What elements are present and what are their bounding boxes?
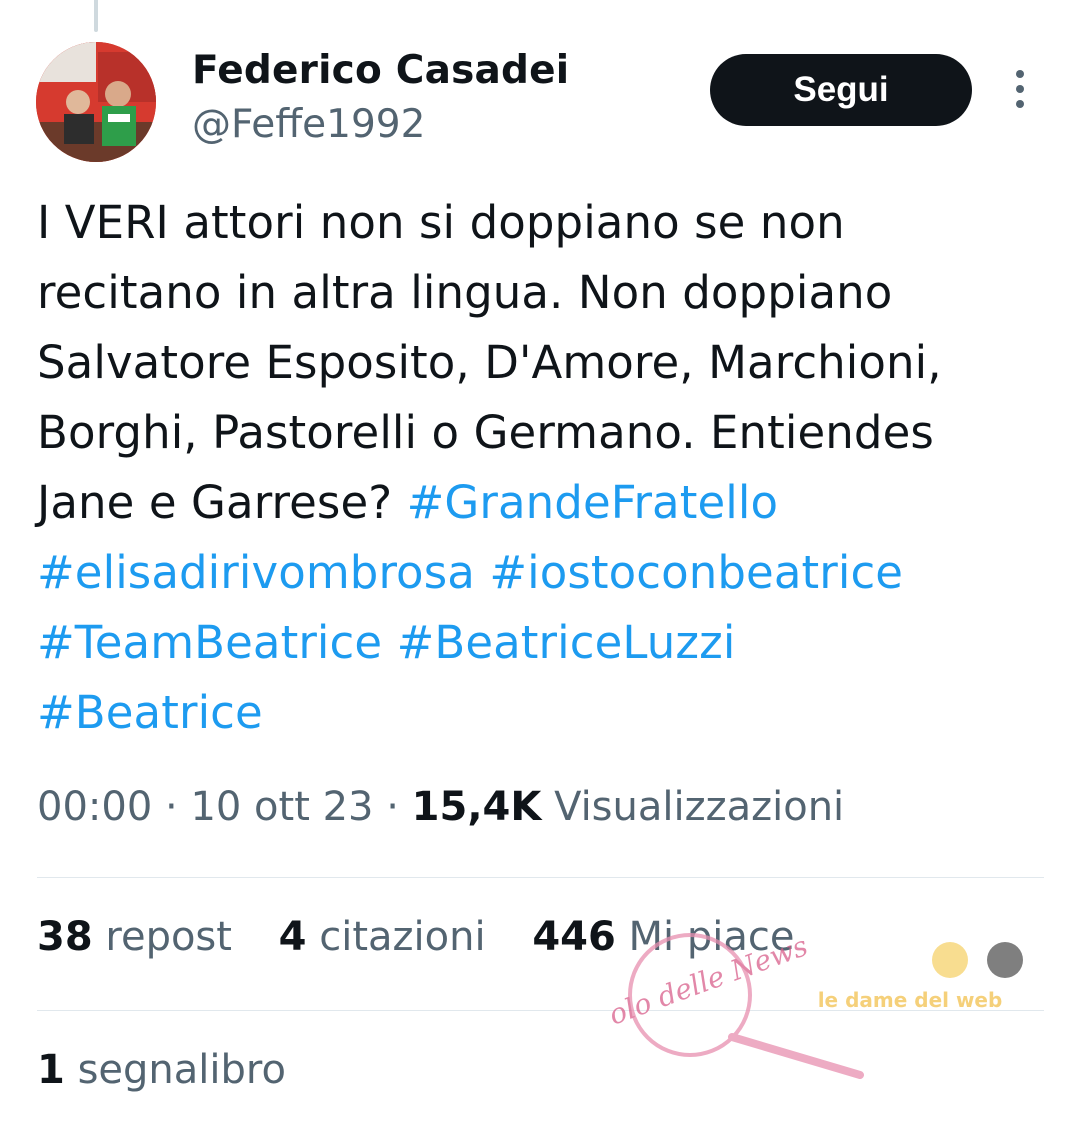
hashtag-link[interactable]: #BeatriceLuzzi	[397, 616, 736, 669]
author-name[interactable]: Federico Casadei	[192, 48, 569, 93]
reposts-stat[interactable]: 38 repost	[37, 914, 232, 960]
more-options-icon[interactable]	[1010, 70, 1030, 114]
tweet-text-segment: Borghi, Pastorelli o Germano. Entiendes	[37, 406, 934, 459]
tweet-date[interactable]: 10 ott 23	[190, 784, 373, 830]
author-handle[interactable]: @Feffe1992	[192, 102, 425, 147]
quotes-label: citazioni	[319, 914, 486, 960]
hashtag-link[interactable]: #TeamBeatrice	[37, 616, 382, 669]
separator-dot: ·	[386, 784, 412, 830]
tweet-line: #Beatrice	[37, 678, 1047, 748]
avatar[interactable]	[36, 42, 156, 162]
hashtag-link[interactable]: #elisadirivombrosa	[37, 546, 475, 599]
likes-count: 446	[532, 914, 616, 960]
reposts-count: 38	[37, 914, 93, 960]
tweet-meta: 00:00 · 10 ott 23 · 15,4K Visualizzazion…	[37, 784, 844, 830]
tweet-text-segment: Jane e Garrese?	[37, 476, 407, 529]
bookmarks-count: 1	[37, 1047, 65, 1093]
tweet-line: Salvatore Esposito, D'Amore, Marchioni,	[37, 328, 1047, 398]
tweet-line: #TeamBeatrice #BeatriceLuzzi	[37, 608, 1047, 678]
likes-stat[interactable]: 446 Mi piace	[532, 914, 794, 960]
quotes-count: 4	[278, 914, 307, 960]
hashtag-link[interactable]: #GrandeFratello	[407, 476, 778, 529]
quotes-stat[interactable]: 4 citazioni	[279, 914, 486, 960]
bookmarks-stat[interactable]: 1 segnalibro	[37, 1047, 286, 1093]
views-label: Visualizzazioni	[554, 784, 845, 830]
hashtag-link[interactable]: #iostoconbeatrice	[489, 546, 903, 599]
tweet-text-segment: I VERI attori non si doppiano se non	[37, 196, 845, 249]
engagement-stats: 38 repost 4 citazioni 446 Mi piace	[37, 914, 829, 960]
follow-button[interactable]: Segui	[710, 54, 972, 126]
watermark-text: le dame del web	[818, 988, 1003, 1012]
tweet-text: I VERI attori non si doppiano se non rec…	[37, 188, 1047, 748]
views-count: 15,4K	[411, 784, 542, 830]
tweet-line: #elisadirivombrosa #iostoconbeatrice	[37, 538, 1047, 608]
tweet-text-segment: recitano in altra lingua. Non doppiano	[37, 266, 893, 319]
tweet-time[interactable]: 00:00	[37, 784, 152, 830]
thread-connector-line	[94, 0, 98, 32]
tweet-line: I VERI attori non si doppiano se non	[37, 188, 1047, 258]
bookmarks-label: segnalibro	[77, 1047, 286, 1093]
tweet-line: recitano in altra lingua. Non doppiano	[37, 258, 1047, 328]
divider	[37, 1010, 1044, 1011]
avatar-photo	[36, 42, 156, 162]
tweet-text-segment: Salvatore Esposito, D'Amore, Marchioni,	[37, 336, 942, 389]
reposts-label: repost	[105, 914, 232, 960]
tweet-line: Borghi, Pastorelli o Germano. Entiendes	[37, 398, 1047, 468]
hashtag-link[interactable]: #Beatrice	[37, 686, 263, 739]
tweet-line: Jane e Garrese? #GrandeFratello	[37, 468, 1047, 538]
divider	[37, 877, 1044, 878]
separator-dot: ·	[165, 784, 191, 830]
likes-label: Mi piace	[628, 914, 795, 960]
